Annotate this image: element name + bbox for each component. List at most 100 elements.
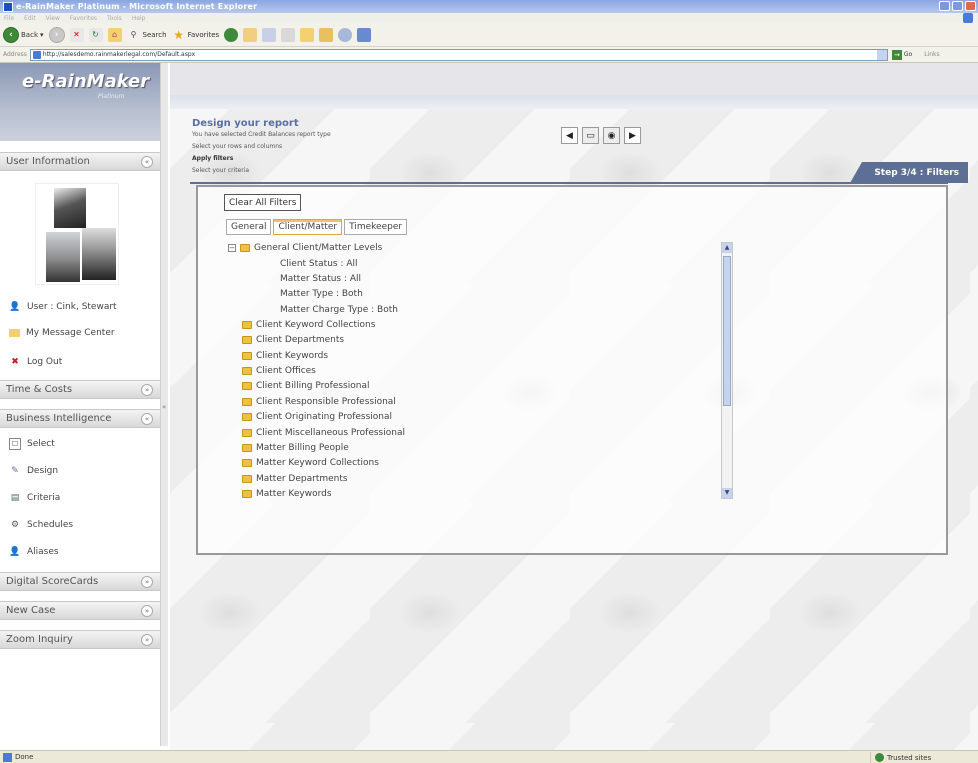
tree-folder-label: Matter Keywords: [256, 489, 332, 499]
app-logo: e-RainMaker Platinum: [0, 63, 160, 141]
tree-folder[interactable]: Matter Departments: [242, 474, 348, 484]
forward-button[interactable]: ›: [48, 26, 65, 43]
back-arrow-icon: ‹: [3, 26, 19, 43]
aliases-label: Aliases: [27, 547, 59, 557]
criteria-icon: ▤: [10, 493, 20, 503]
go-button[interactable]: → Go: [891, 49, 912, 60]
links-button[interactable]: Links: [924, 51, 939, 58]
folder-icon: [242, 398, 252, 406]
next-step-button[interactable]: ▶: [624, 127, 641, 144]
sidebar-collapse-icon[interactable]: «: [162, 403, 166, 411]
section-zoom-inquiry[interactable]: Zoom Inquiry »: [0, 630, 160, 649]
tree-folder[interactable]: Client Departments: [242, 335, 344, 345]
photo-image: [82, 228, 116, 280]
back-dropdown-icon[interactable]: ▾: [40, 31, 44, 39]
close-button[interactable]: [965, 1, 976, 11]
collapse-tree-icon[interactable]: −: [228, 244, 236, 252]
scroll-up-icon[interactable]: ▲: [722, 243, 732, 253]
address-input[interactable]: http://salesdemo.rainmakerlegal.com/Defa…: [29, 48, 888, 61]
tree-folder-label: Client Keywords: [256, 351, 329, 361]
section-user-information[interactable]: User Information «: [0, 152, 160, 171]
search-button[interactable]: ⚲ Search: [127, 28, 167, 42]
tree-folder[interactable]: Client Keywords: [242, 351, 328, 361]
menu-edit[interactable]: Edit: [24, 15, 36, 22]
history-icon[interactable]: [243, 27, 258, 42]
message-center-label: My Message Center: [26, 328, 115, 338]
mail-icon[interactable]: [262, 27, 277, 42]
sidebar-item-logout[interactable]: ✖ Log Out: [9, 356, 62, 368]
sidebar-item-design[interactable]: ✎ Design: [9, 465, 58, 477]
sidebar-item-criteria[interactable]: ▤ Criteria: [9, 492, 61, 504]
tree-folder[interactable]: Matter Keyword Collections: [242, 458, 379, 468]
sidebar-item-schedules[interactable]: ⚙ Schedules: [9, 519, 73, 531]
menu-file[interactable]: File: [4, 15, 14, 22]
search-icon: ⚲: [130, 30, 137, 39]
tab-client-matter[interactable]: Client/Matter: [273, 219, 343, 235]
menu-tools[interactable]: Tools: [107, 15, 122, 22]
back-button[interactable]: ‹ Back ▾: [3, 26, 44, 43]
media-icon[interactable]: [224, 27, 239, 42]
tab-general[interactable]: General: [226, 219, 272, 235]
tree-root[interactable]: − General Client/Matter Levels: [228, 243, 382, 253]
tree-folder[interactable]: Client Offices: [242, 366, 316, 376]
tree-folder[interactable]: Client Responsible Professional: [242, 397, 396, 407]
tree-leaf[interactable]: Matter Type : Both: [280, 289, 363, 299]
tree-folder[interactable]: Client Miscellaneous Professional: [242, 428, 405, 438]
aliases-icon: 👤: [9, 547, 21, 557]
tree-folder[interactable]: Client Keyword Collections: [242, 320, 375, 330]
section-time-costs[interactable]: Time & Costs »: [0, 380, 160, 399]
expand-icon[interactable]: »: [141, 384, 153, 396]
tree-leaf[interactable]: Matter Status : All: [280, 274, 361, 284]
tree-folder[interactable]: Matter Keywords: [242, 489, 332, 499]
sidebar-item-select[interactable]: ☐ Select: [9, 438, 55, 450]
favorites-button[interactable]: ★ Favorites: [172, 28, 219, 42]
section-new-case[interactable]: New Case »: [0, 601, 160, 620]
section-digital-scorecards[interactable]: Digital ScoreCards »: [0, 572, 160, 591]
tree-leaf[interactable]: Matter Charge Type : Both: [280, 305, 398, 315]
security-zone: Trusted sites: [870, 752, 931, 763]
stop-icon[interactable]: ✕: [69, 27, 84, 42]
zone-label: Trusted sites: [887, 753, 932, 762]
page-title: Design your report: [192, 118, 299, 129]
menu-favorites[interactable]: Favorites: [70, 15, 97, 22]
save-button[interactable]: ▭: [582, 127, 599, 144]
minimize-button[interactable]: [939, 1, 950, 11]
user-icon: 👤: [9, 302, 21, 312]
section-label: Zoom Inquiry: [6, 634, 73, 645]
tree-folder[interactable]: Client Originating Professional: [242, 412, 392, 422]
folder-icon[interactable]: [300, 27, 315, 42]
expand-icon[interactable]: »: [141, 605, 153, 617]
tab-timekeeper[interactable]: Timekeeper: [344, 219, 408, 235]
scroll-thumb[interactable]: [723, 256, 731, 406]
research-icon[interactable]: [319, 27, 334, 42]
print-icon[interactable]: [281, 27, 296, 42]
preview-button[interactable]: ◉: [603, 127, 620, 144]
previous-step-button[interactable]: ◀: [561, 127, 578, 144]
maximize-button[interactable]: [952, 1, 963, 11]
expand-icon[interactable]: »: [141, 634, 153, 646]
sidebar-item-aliases[interactable]: 👤 Aliases: [9, 546, 59, 558]
tree-scrollbar[interactable]: ▲ ▼: [721, 242, 733, 499]
select-label: Select: [27, 439, 55, 449]
sidebar-item-message-center[interactable]: My Message Center: [9, 328, 115, 338]
home-icon[interactable]: ⌂: [107, 27, 122, 42]
design-icon: ✎: [11, 466, 19, 476]
menu-view[interactable]: View: [46, 15, 60, 22]
clear-all-filters-button[interactable]: Clear All Filters: [224, 194, 302, 211]
menu-help[interactable]: Help: [132, 15, 146, 22]
search-label: Search: [142, 30, 167, 39]
address-dropdown-icon[interactable]: [876, 49, 887, 60]
back-label: Back: [21, 30, 38, 39]
tree-leaf[interactable]: Client Status : All: [280, 259, 358, 269]
scroll-down-icon[interactable]: ▼: [722, 488, 732, 498]
refresh-icon[interactable]: ↻: [88, 27, 103, 42]
people-icon[interactable]: [357, 27, 372, 42]
messenger-icon[interactable]: [338, 27, 353, 42]
tree-folder[interactable]: Client Billing Professional: [242, 381, 369, 391]
folder-icon: [242, 382, 252, 390]
expand-icon[interactable]: »: [141, 576, 153, 588]
collapse-icon[interactable]: «: [141, 156, 153, 168]
collapse-icon[interactable]: «: [141, 413, 153, 425]
section-business-intelligence[interactable]: Business Intelligence «: [0, 409, 160, 428]
tree-folder[interactable]: Matter Billing People: [242, 443, 349, 453]
